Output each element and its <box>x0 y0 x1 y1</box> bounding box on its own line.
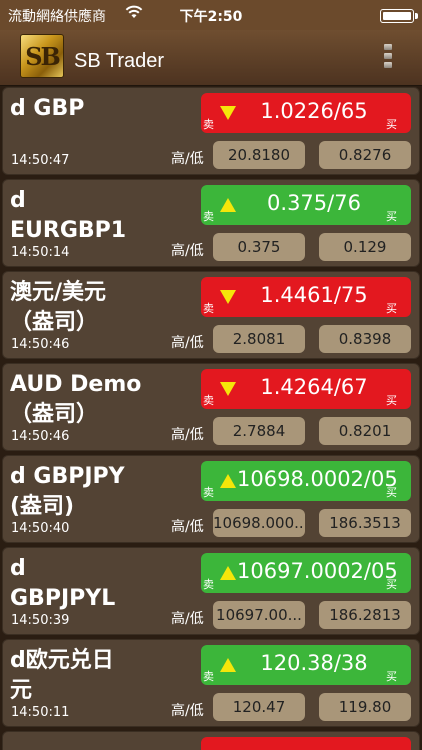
clock: 下午2:50 <box>179 9 243 25</box>
low-value: 119.80 <box>319 693 411 721</box>
status-bar: 流動網絡供應商 下午2:50 <box>0 0 422 30</box>
quote-time: 14:50:39 <box>11 613 70 628</box>
nav-bar: SB SB Trader <box>0 30 422 86</box>
down-arrow-icon <box>220 382 236 396</box>
up-arrow-icon <box>220 566 236 580</box>
price-button[interactable]: 卖 0.375/76 买 <box>201 185 411 225</box>
price-value: 10697.0002/05 <box>237 559 398 583</box>
high-value: 120.47 <box>213 693 305 721</box>
quote-row[interactable]: d GBPJPY (盎司) 14:50:40 高/低 卖 10698.0002/05 买 10… <box>2 455 420 543</box>
symbol-name: d GBPJPYL <box>10 554 190 614</box>
quote-time: 14:50:47 <box>11 153 70 168</box>
high-low-label: 高/低 <box>171 427 204 443</box>
up-arrow-icon <box>220 198 236 212</box>
sell-label: 卖 <box>203 670 214 683</box>
high-value: 2.8081 <box>213 325 305 353</box>
buy-label: 买 <box>386 302 397 315</box>
symbol-line: d欧元兑日 <box>10 648 114 673</box>
high-low-label: 高/低 <box>171 703 204 719</box>
high-low-label: 高/低 <box>171 243 204 259</box>
low-value: 186.2813 <box>319 601 411 629</box>
quote-time: 14:50:46 <box>11 429 70 444</box>
sell-label: 卖 <box>203 486 214 499</box>
buy-label: 买 <box>386 578 397 591</box>
high-value: 0.375 <box>213 233 305 261</box>
high-value: 20.8180 <box>213 141 305 169</box>
app-logo: SB <box>20 34 64 78</box>
up-arrow-icon <box>220 658 236 672</box>
high-value: 10697.00... <box>213 601 305 629</box>
price-button[interactable]: 卖 120.38/38 买 <box>201 645 411 685</box>
high-value: 2.7884 <box>213 417 305 445</box>
symbol-line: d <box>10 556 26 581</box>
price-button[interactable]: 卖 10698.0002/05 买 <box>201 461 411 501</box>
price-value: 0.375/76 <box>267 191 361 215</box>
buy-label: 买 <box>386 210 397 223</box>
low-value: 186.3513 <box>319 509 411 537</box>
high-low-label: 高/低 <box>171 519 204 535</box>
symbol-line: d <box>10 188 26 213</box>
buy-label: 买 <box>386 118 397 131</box>
quote-time: 14:50:40 <box>11 521 70 536</box>
low-value: 0.8398 <box>319 325 411 353</box>
quote-row[interactable]: d欧元兑日元 14:50:11 高/低卖 120.38/38 买 120.47 119.80 <box>2 639 420 727</box>
symbol-line: 元 <box>10 678 33 703</box>
down-arrow-icon <box>220 106 236 120</box>
high-low-label: 高/低 <box>171 335 204 351</box>
sell-label: 卖 <box>203 118 214 131</box>
sell-label: 卖 <box>203 394 214 407</box>
quote-time: 14:50:46 <box>11 337 70 352</box>
buy-label: 买 <box>386 486 397 499</box>
quote-time: 14:50:11 <box>11 705 70 720</box>
price-value: 10698.0002/05 <box>237 467 398 491</box>
sell-label: 卖 <box>203 210 214 223</box>
price-value: 1.0226/65 <box>260 99 368 123</box>
quote-row[interactable]: d GBP 14:50:47 高/低 卖 1.0226/65 买 20.8180 0.8276 <box>2 87 420 175</box>
quote-time: 14:50:14 <box>11 245 70 260</box>
symbol-line: GBPJPYL <box>10 586 116 611</box>
quote-row[interactable]: 澳元/美元 （盎司） 14:50:46 高/低 卖 1.4461/75 买 2.8081 0.8… <box>2 271 420 359</box>
symbol-name: d EURGBP1 <box>10 186 190 246</box>
symbol-line: d GBPJPY <box>10 464 125 489</box>
quote-row[interactable]: d EURGBP1 14:50:14 高/低 卖 0.375/76 买 0.375 0.129 <box>2 179 420 267</box>
price-button[interactable]: 卖 1.0226/65 买 <box>201 93 411 133</box>
low-value: 0.8201 <box>319 417 411 445</box>
symbol-line: EURGBP1 <box>10 218 127 243</box>
buy-label: 买 <box>386 670 397 683</box>
symbol-line: (盎司) <box>10 494 75 519</box>
price-value: 1.4461/75 <box>260 283 368 307</box>
symbol-line: d GBP <box>10 96 85 121</box>
symbol-line: （盎司） <box>10 310 99 335</box>
symbol-name: d GBP <box>10 94 190 124</box>
menu-icon[interactable] <box>384 44 394 72</box>
up-arrow-icon <box>220 474 236 488</box>
symbol-name: d GBPJPY (盎司) <box>10 462 190 522</box>
down-arrow-icon <box>220 290 236 304</box>
quote-row[interactable]: AUD Demo （盎司） 14:50:46 高/低 卖 1.4264/67 买 2.7884… <box>2 363 420 451</box>
symbol-line: 澳元/美元 <box>10 280 107 305</box>
high-low-label: 高/低 <box>171 611 204 627</box>
price-value: 120.38/38 <box>260 651 368 675</box>
buy-label: 买 <box>386 394 397 407</box>
price-button[interactable]: 卖 10697.0002/05 买 <box>201 553 411 593</box>
price-button[interactable] <box>201 737 411 750</box>
symbol-line: （盎司） <box>10 402 99 427</box>
low-value: 0.8276 <box>319 141 411 169</box>
high-value: 10698.000... <box>213 509 305 537</box>
symbol-name: AUD Demo （盎司） <box>10 370 190 430</box>
sell-label: 卖 <box>203 302 214 315</box>
high-low-label: 高/低 <box>171 151 204 167</box>
price-button[interactable]: 卖 1.4264/67 买 <box>201 369 411 409</box>
battery-icon <box>380 9 418 23</box>
symbol-name: 澳元/美元 （盎司） <box>10 278 190 338</box>
quote-row-partial[interactable] <box>2 731 420 750</box>
low-value: 0.129 <box>319 233 411 261</box>
symbol-line: AUD Demo <box>10 372 142 397</box>
price-value: 1.4264/67 <box>260 375 368 399</box>
quote-row[interactable]: d GBPJPYL 14:50:39 高/低 卖 10697.0002/05 买 10697.… <box>2 547 420 635</box>
sell-label: 卖 <box>203 578 214 591</box>
app-title: SB Trader <box>74 50 165 72</box>
symbol-name: d欧元兑日元 <box>10 646 190 706</box>
price-button[interactable]: 卖 1.4461/75 买 <box>201 277 411 317</box>
